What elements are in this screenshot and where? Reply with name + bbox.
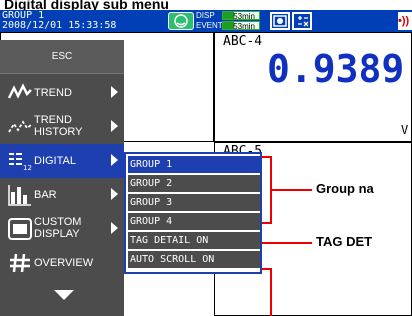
submenu-item-group-1[interactable]: GROUP 1 bbox=[128, 156, 260, 173]
menu-item-digital[interactable]: 123 DIGITAL bbox=[0, 144, 124, 178]
callout-tag-detail: TAG DET bbox=[316, 234, 373, 249]
chevron-right-icon bbox=[111, 222, 118, 234]
menu-item-trend[interactable]: TREND bbox=[0, 76, 124, 110]
digital-icon: 123 bbox=[8, 150, 36, 172]
menu-item-label: DISPLAY bbox=[34, 228, 80, 240]
custom-display-icon bbox=[8, 218, 32, 240]
menu-item-overview[interactable]: OVERVIEW bbox=[0, 246, 124, 280]
chevron-right-icon bbox=[111, 154, 118, 166]
channel-pane-2: ABC-4 0.9389 V bbox=[214, 32, 412, 142]
channel-unit: V bbox=[401, 123, 409, 137]
menu-item-bar[interactable]: BAR bbox=[0, 178, 124, 212]
callout-line bbox=[272, 189, 312, 191]
trend-icon bbox=[7, 82, 32, 104]
menu-item-label: HISTORY bbox=[34, 126, 83, 138]
calc-icon bbox=[292, 12, 312, 30]
svg-text:123: 123 bbox=[23, 164, 32, 172]
callout-line bbox=[270, 268, 272, 316]
channel-tag: ABC-4 bbox=[223, 34, 263, 49]
submenu-item-group-4[interactable]: GROUP 4 bbox=[128, 213, 260, 230]
submenu-item-group-3[interactable]: GROUP 3 bbox=[128, 194, 260, 211]
callout-line bbox=[262, 242, 312, 244]
menu-item-custom-display[interactable]: CUSTOM DISPLAY bbox=[0, 212, 124, 246]
menu-item-label: TREND bbox=[34, 87, 72, 99]
submenu-item-tag-detail[interactable]: TAG DETAIL ON bbox=[128, 232, 260, 249]
chevron-right-icon bbox=[111, 86, 118, 98]
status-bar: GROUP 1 2008/12/01 15:33:58 DISP EVENT 5… bbox=[0, 10, 412, 32]
datetime: 2008/12/01 15:33:58 bbox=[2, 20, 117, 31]
submenu-item-group-2[interactable]: GROUP 2 bbox=[128, 175, 260, 192]
status-face-icon bbox=[168, 12, 194, 30]
trend-history-icon bbox=[8, 116, 32, 138]
disp-label: DISP bbox=[196, 11, 215, 20]
media-icon bbox=[270, 12, 290, 30]
menu-item-label: DIGITAL bbox=[34, 155, 76, 167]
event-label: EVENT bbox=[196, 21, 223, 30]
display-menu: ESC TREND TREND HISTORY 123 DIGITAL BAR bbox=[0, 40, 124, 316]
esc-button[interactable]: ESC bbox=[0, 40, 124, 74]
overview-icon bbox=[8, 252, 32, 274]
menu-item-label: CUSTOM bbox=[34, 216, 82, 228]
chevron-right-icon bbox=[111, 188, 118, 200]
bar-icon bbox=[8, 184, 32, 206]
event-memory-bar: 53min bbox=[222, 21, 260, 31]
callout-group-name: Group na bbox=[316, 181, 374, 196]
chevron-right-icon bbox=[111, 120, 118, 132]
channel-value: 0.9389 bbox=[267, 47, 405, 91]
digital-submenu: GROUP 1 GROUP 2 GROUP 3 GROUP 4 TAG DETA… bbox=[124, 152, 262, 274]
disp-memory-bar: 53min bbox=[222, 11, 260, 21]
menu-item-label: BAR bbox=[34, 189, 57, 201]
menu-item-trend-history[interactable]: TREND HISTORY bbox=[0, 110, 124, 144]
scroll-down-icon[interactable] bbox=[54, 290, 74, 300]
callout-bracket bbox=[262, 222, 272, 224]
submenu-item-auto-scroll[interactable]: AUTO SCROLL ON bbox=[128, 251, 260, 268]
alarm-icon: •)) bbox=[398, 12, 412, 30]
menu-item-label: OVERVIEW bbox=[34, 257, 94, 269]
menu-item-label: TREND bbox=[34, 114, 72, 126]
